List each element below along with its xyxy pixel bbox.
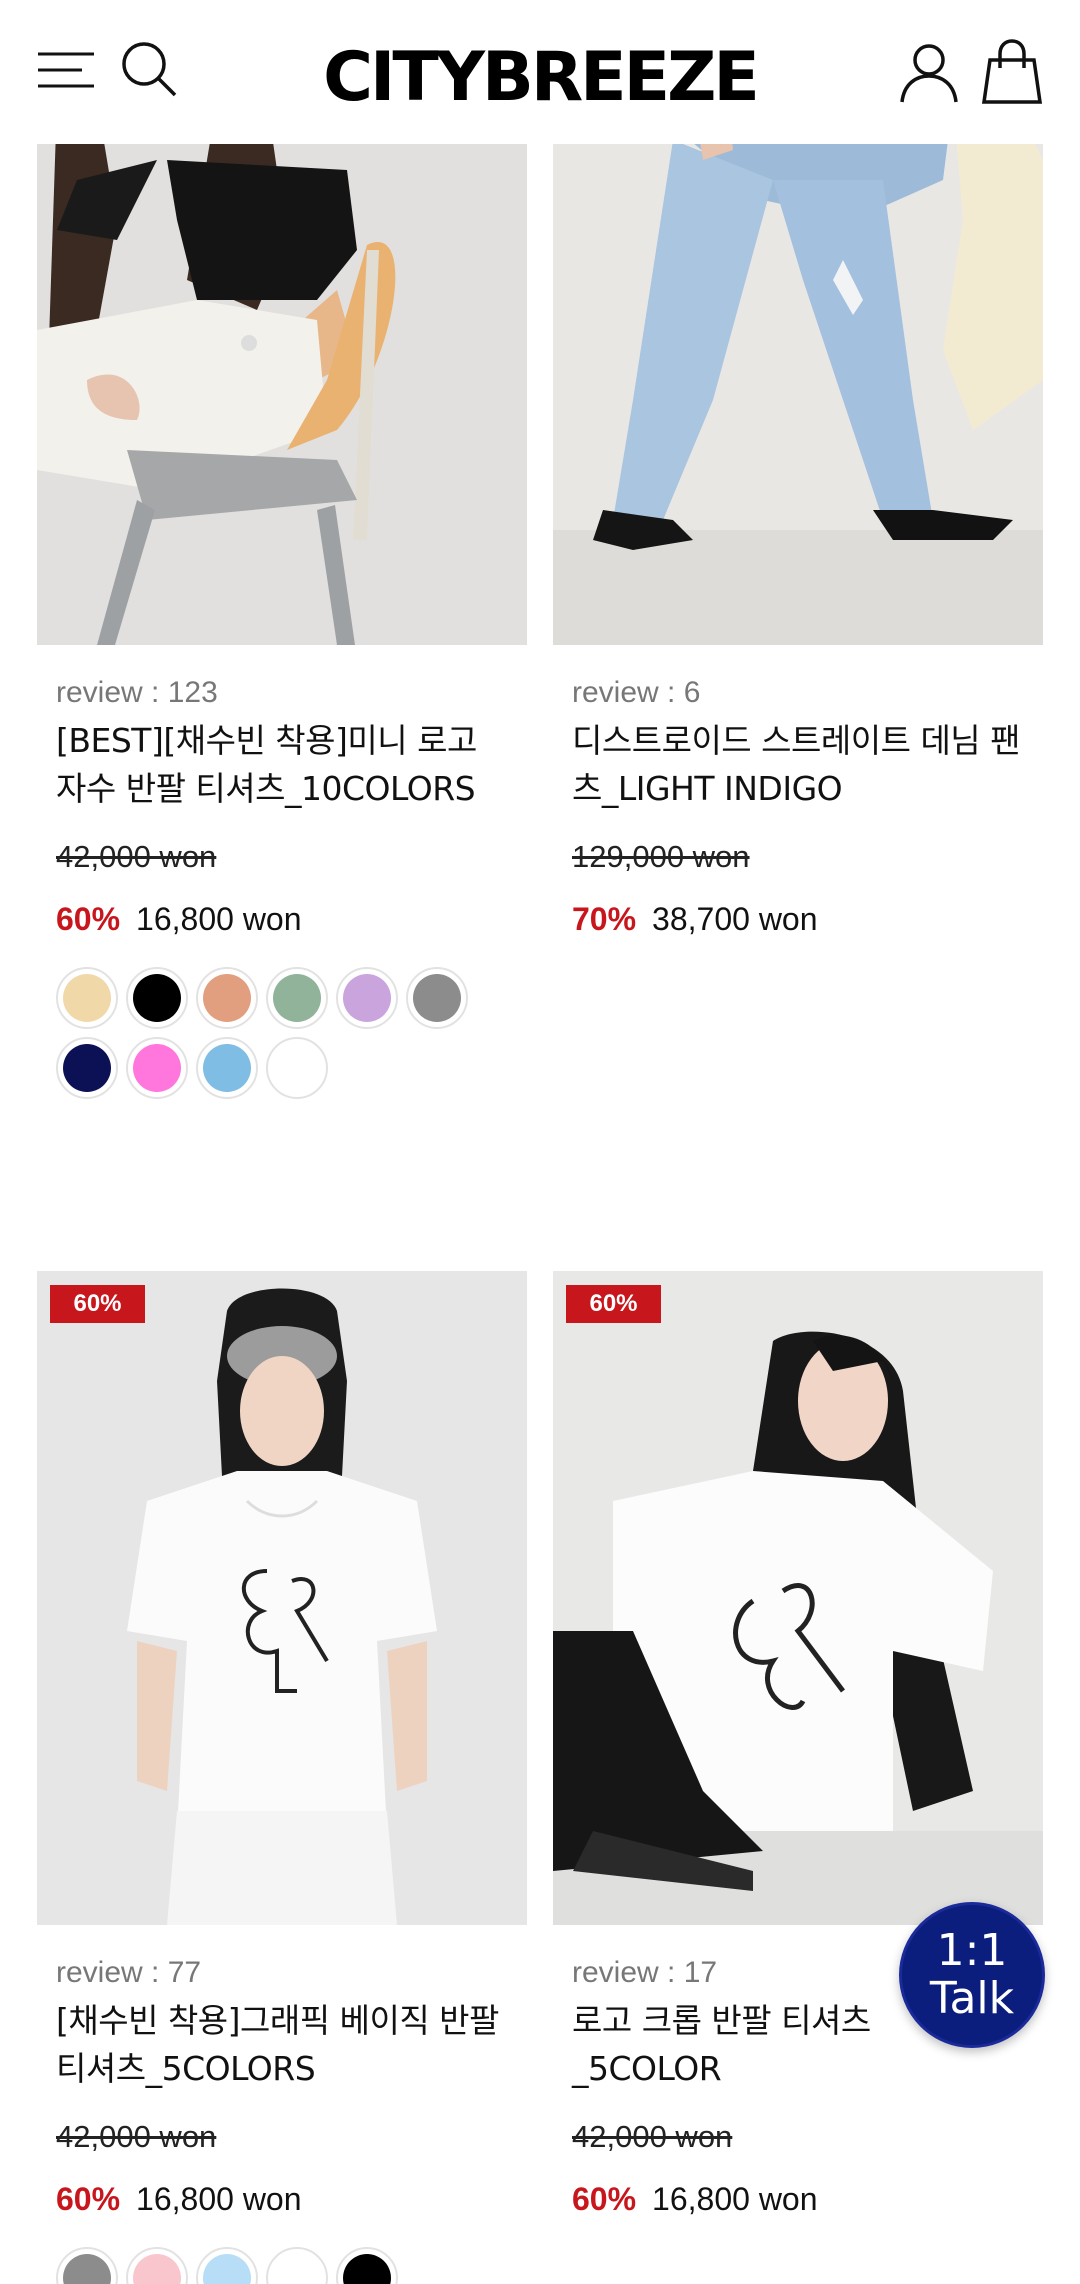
product-image[interactable] (37, 100, 527, 645)
color-swatch[interactable] (336, 967, 398, 1029)
discount-rate: 60% (56, 2181, 121, 2217)
sale-price: 38,700 won (652, 901, 818, 937)
product-image[interactable]: 60% (37, 1271, 527, 1925)
product-title[interactable]: [채수빈 착용]그래픽 베이직 반팔 티셔츠_5COLORS (56, 1997, 527, 2093)
color-swatch[interactable] (56, 1037, 118, 1099)
color-swatch[interactable] (406, 967, 468, 1029)
color-swatch-fill (273, 2254, 321, 2284)
discount-rate: 60% (56, 901, 121, 937)
product-card: 60% review : 77 [채수빈 착용]그래픽 베이직 반팔 티셔츠_5… (37, 1271, 527, 2284)
sale-price: 16,800 won (652, 2181, 818, 2217)
color-swatches (56, 2247, 486, 2284)
site-header: CITYBREEZE (0, 0, 1080, 144)
color-swatch[interactable] (126, 967, 188, 1029)
color-swatch[interactable] (196, 2247, 258, 2284)
color-swatch[interactable] (126, 2247, 188, 2284)
sale-price: 16,800 won (136, 2181, 302, 2217)
product-title[interactable]: [BEST][채수빈 착용]미니 로고 자수 반팔 티셔츠_10COLORS (56, 717, 527, 813)
product-title-line: [BEST][채수빈 착용]미니 로고 (56, 721, 477, 760)
color-swatch-fill (203, 2254, 251, 2284)
original-price: 42,000 won (56, 839, 217, 874)
product-card: 60% review : 17 로고 크롭 반팔 티셔츠 _5COLOR 42,… (553, 1271, 1043, 2219)
product-title-line: 디스트로이드 스트레이트 데님 팬 (572, 721, 1021, 760)
color-swatch[interactable] (266, 1037, 328, 1099)
sale-price: 16,800 won (136, 901, 302, 937)
color-swatch[interactable] (196, 1037, 258, 1099)
original-price: 42,000 won (56, 2119, 217, 2154)
product-title-line: 자수 반팔 티셔츠_10COLORS (56, 769, 476, 808)
price-row: 60% 16,800 won (56, 2179, 527, 2219)
color-swatch-fill (273, 974, 321, 1022)
color-swatch[interactable] (196, 967, 258, 1029)
discount-rate: 70% (572, 901, 637, 937)
talk-label-line2: Talk (929, 1973, 1015, 2024)
original-price: 42,000 won (572, 2119, 733, 2154)
review-count: review : 6 (572, 676, 701, 709)
color-swatch[interactable] (336, 2247, 398, 2284)
original-price: 129,000 won (572, 839, 750, 874)
color-swatch-fill (343, 2254, 391, 2284)
color-swatch-fill (133, 974, 181, 1022)
product-card: review : 123 [BEST][채수빈 착용]미니 로고 자수 반팔 티… (37, 100, 527, 1107)
color-swatch[interactable] (56, 967, 118, 1029)
review-count: review : 123 (56, 676, 218, 709)
shopping-bag-icon[interactable] (980, 38, 1044, 106)
price-row: 60% 16,800 won (56, 899, 527, 939)
discount-rate: 60% (572, 2181, 637, 2217)
color-swatch[interactable] (266, 2247, 328, 2284)
talk-label-line1: 1:1 (936, 1925, 1008, 1976)
color-swatch-fill (203, 1044, 251, 1092)
color-swatches (56, 967, 486, 1107)
color-swatch-fill (413, 974, 461, 1022)
product-title-line: [채수빈 착용]그래픽 베이직 반팔 (56, 2001, 499, 2040)
product-card: review : 6 디스트로이드 스트레이트 데님 팬 츠_LIGHT IND… (553, 100, 1043, 939)
color-swatch[interactable] (126, 1037, 188, 1099)
review-count: review : 77 (56, 1956, 202, 1989)
product-title[interactable]: 디스트로이드 스트레이트 데님 팬 츠_LIGHT INDIGO (572, 717, 1043, 813)
color-swatch-fill (273, 1044, 321, 1092)
logo-text[interactable]: CITYBREEZE (323, 38, 760, 117)
color-swatch[interactable] (266, 967, 328, 1029)
user-icon[interactable] (898, 40, 960, 104)
discount-badge: 60% (50, 1285, 145, 1323)
discount-badge: 60% (566, 1285, 661, 1323)
color-swatch-fill (133, 2254, 181, 2284)
product-title-line: 츠_LIGHT INDIGO (572, 769, 843, 808)
color-swatch-fill (63, 974, 111, 1022)
color-swatch-fill (63, 2254, 111, 2284)
product-image[interactable] (553, 100, 1043, 645)
product-title-line: _5COLOR (572, 2049, 722, 2088)
color-swatch-fill (203, 974, 251, 1022)
color-swatch[interactable] (56, 2247, 118, 2284)
product-title-line: 티셔츠_5COLORS (56, 2049, 316, 2088)
color-swatch-fill (63, 1044, 111, 1092)
one-to-one-talk-button[interactable]: 1:1 Talk (899, 1902, 1045, 2048)
price-row: 60% 16,800 won (572, 2179, 1043, 2219)
color-swatch-fill (133, 1044, 181, 1092)
product-image[interactable]: 60% (553, 1271, 1043, 1925)
price-row: 70% 38,700 won (572, 899, 1043, 939)
color-swatch-fill (343, 974, 391, 1022)
